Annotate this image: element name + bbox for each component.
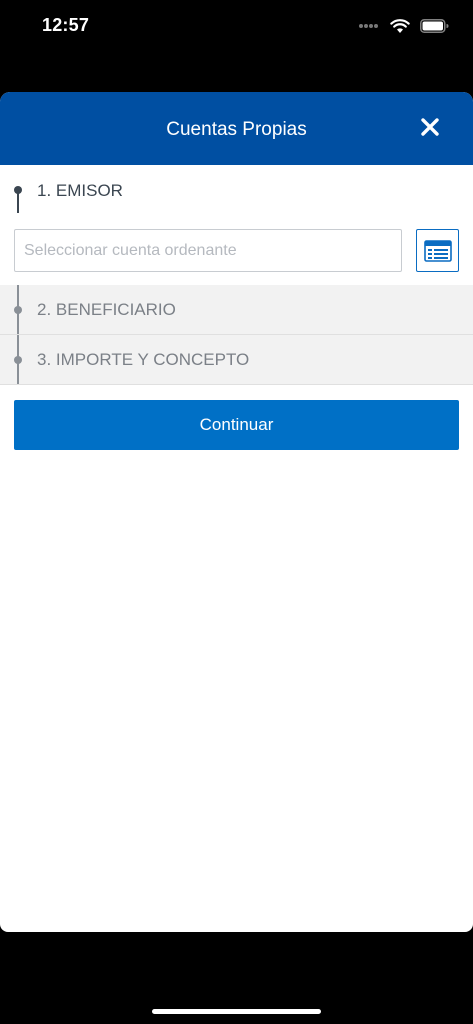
step-marker [14, 186, 22, 194]
step-marker [14, 356, 22, 364]
status-indicators [358, 16, 449, 36]
account-list-icon [423, 239, 452, 262]
step-title-emisor: 1. EMISOR [37, 181, 123, 200]
step-beneficiario[interactable]: 2. BENEFICIARIO [0, 285, 473, 335]
step-title-importe: 3. IMPORTE Y CONCEPTO [37, 350, 250, 369]
battery-icon [420, 19, 449, 33]
signal-dots-icon [359, 24, 378, 28]
page-title: Cuentas Propias [166, 118, 307, 140]
close-button[interactable] [419, 116, 441, 138]
step-emisor: 1. EMISOR [0, 165, 473, 285]
status-time: 12:57 [42, 15, 90, 35]
sheet-header: Cuentas Propias [0, 92, 473, 165]
step-marker [14, 306, 22, 314]
step-importe-concepto[interactable]: 3. IMPORTE Y CONCEPTO [0, 335, 473, 385]
status-bar: 12:57 [0, 0, 473, 52]
step-title-beneficiario: 2. BENEFICIARIO [37, 300, 176, 319]
close-icon [421, 118, 439, 136]
continue-button[interactable]: Continuar [14, 400, 459, 450]
account-picker-button[interactable] [416, 229, 459, 272]
home-indicator[interactable] [152, 1009, 321, 1014]
transfer-sheet: Cuentas Propias 1. EMISOR Seleccionar cu… [0, 92, 473, 932]
wifi-icon [390, 18, 410, 33]
account-select-input[interactable] [14, 229, 402, 272]
